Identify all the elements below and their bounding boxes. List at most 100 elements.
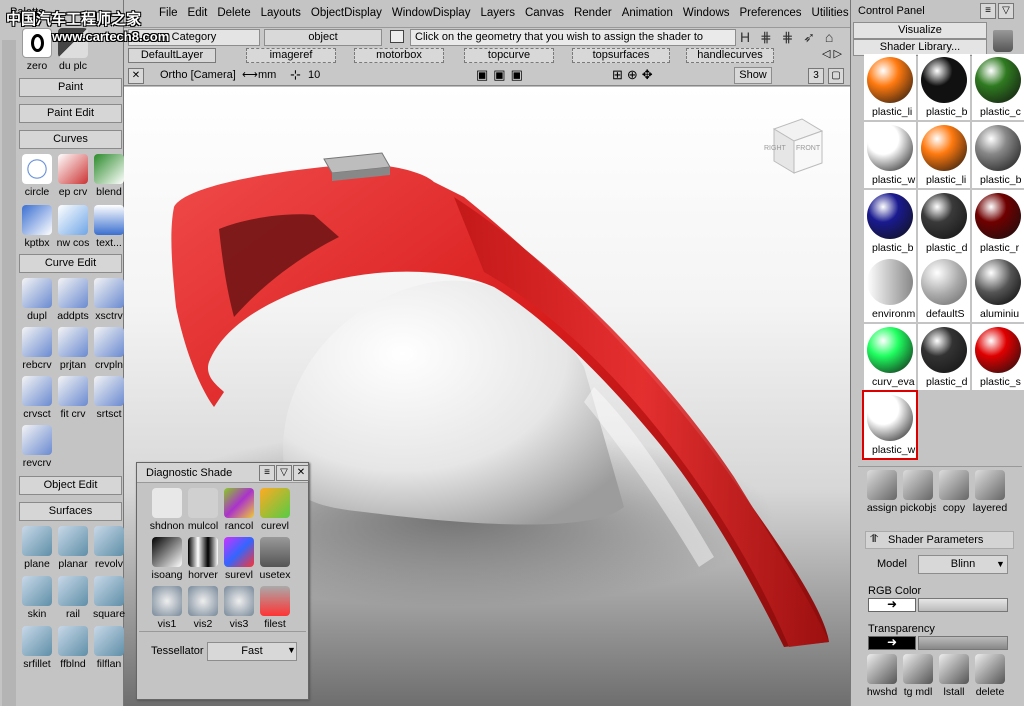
diag-horver[interactable]: horver xyxy=(185,537,221,581)
visualize-dropdown[interactable]: Visualize xyxy=(853,22,987,39)
surface-tool-planar[interactable]: planar xyxy=(55,526,91,570)
menu-delete[interactable]: Delete xyxy=(212,0,255,26)
shader-swatch[interactable]: plastic_d xyxy=(918,324,970,390)
curve-edit-tool-revcrv[interactable]: revcrv xyxy=(19,425,55,469)
curve-edit-tool-srtsct[interactable]: srtsct xyxy=(91,376,127,420)
tab-curves[interactable]: Curves xyxy=(19,130,122,149)
view-cube-right[interactable]: RIGHT xyxy=(764,145,786,152)
curve-edit-tool-prjtan[interactable]: prjtan xyxy=(55,327,91,371)
layer-default[interactable]: DefaultLayer xyxy=(128,48,216,63)
curve-edit-tool-addpts[interactable]: addpts xyxy=(55,278,91,322)
surface-tool-skin[interactable]: skin xyxy=(19,576,55,620)
curve-edit-tool-rebcrv[interactable]: rebcrv xyxy=(19,327,55,371)
curve-tool-kptbx[interactable]: kptbx xyxy=(19,205,55,249)
bottom-tgmdl[interactable]: tg mdl xyxy=(900,654,936,698)
view-cube[interactable]: RIGHT FRONT xyxy=(762,115,824,177)
action-copy[interactable]: copy xyxy=(936,470,972,514)
tab-object-edit[interactable]: Object Edit xyxy=(19,476,122,495)
curve-tool-epcrv[interactable]: ep crv xyxy=(55,154,91,198)
surface-tool-revolv[interactable]: revolv xyxy=(91,526,127,570)
diag-vis1[interactable]: vis1 xyxy=(149,586,185,630)
curve-edit-tool-fit crv[interactable]: fit crv xyxy=(55,376,91,420)
shader-swatch[interactable]: plastic_b xyxy=(972,122,1024,188)
layer-scroll-arrows[interactable]: ◁ ▷ xyxy=(822,47,842,60)
menu-windowdisplay[interactable]: WindowDisplay xyxy=(387,0,476,26)
bottom-delete[interactable]: delete xyxy=(972,654,1008,698)
action-assign[interactable]: assign xyxy=(864,470,900,514)
shader-swatch[interactable]: plastic_w xyxy=(862,390,918,460)
layer-handlecurves[interactable]: handlecurves xyxy=(686,48,774,63)
view-count[interactable]: 3 xyxy=(808,68,824,84)
surface-tool-square[interactable]: square xyxy=(91,576,127,620)
view-cube-front[interactable]: FRONT xyxy=(796,145,820,152)
menu-windows[interactable]: Windows xyxy=(678,0,735,26)
shader-swatch[interactable]: plastic_d xyxy=(918,190,970,256)
rgb-slider[interactable] xyxy=(918,598,1008,612)
surface-tool-srfillet[interactable]: srfillet xyxy=(19,626,55,670)
maximize-view-icon[interactable]: ▢ xyxy=(828,68,844,84)
curve-tool-blend[interactable]: blend xyxy=(91,154,127,198)
control-collapse-icon[interactable]: ▽ xyxy=(998,3,1014,19)
close-icon[interactable]: ✕ xyxy=(293,465,309,481)
collapse-icon[interactable]: ▽ xyxy=(276,465,292,481)
shader-swatch[interactable]: plastic_w xyxy=(864,122,916,188)
menu-preferences[interactable]: Preferences xyxy=(735,0,807,26)
control-menu-icon[interactable]: ≡ xyxy=(980,3,996,19)
camera-icons[interactable]: ▣▣▣ xyxy=(476,67,528,83)
diag-usetex[interactable]: usetex xyxy=(257,537,293,581)
diag-shdnon[interactable]: shdnon xyxy=(149,488,185,532)
menu-canvas[interactable]: Canvas xyxy=(520,0,569,26)
shader-swatch[interactable]: plastic_li xyxy=(864,54,916,120)
shader-swatch[interactable]: plastic_b xyxy=(864,190,916,256)
shader-swatch[interactable]: aluminiu xyxy=(972,256,1024,322)
tab-paint-edit[interactable]: Paint Edit xyxy=(19,104,122,123)
action-pickobjs[interactable]: pickobjs xyxy=(900,470,936,514)
curve-edit-tool-crvpln[interactable]: crvpln xyxy=(91,327,127,371)
curve-tool-text[interactable]: text... xyxy=(91,205,127,249)
tessellator-select[interactable]: Fast xyxy=(207,642,297,661)
shader-swatch[interactable]: plastic_r xyxy=(972,190,1024,256)
transparency-slider[interactable] xyxy=(918,636,1008,650)
surface-tool-filflan[interactable]: filflan xyxy=(91,626,127,670)
curve-edit-tool-xsctrv[interactable]: xsctrv xyxy=(91,278,127,322)
layer-topsurfaces[interactable]: topsurfaces xyxy=(572,48,670,63)
surface-tool-rail[interactable]: rail xyxy=(55,576,91,620)
curve-edit-tool-crvsct[interactable]: crvsct xyxy=(19,376,55,420)
diag-curevl[interactable]: curevl xyxy=(257,488,293,532)
shader-params-header[interactable]: ⥣ Shader Parameters xyxy=(865,531,1014,549)
bottom-lstall[interactable]: lstall xyxy=(936,654,972,698)
menu-layouts[interactable]: Layouts xyxy=(256,0,306,26)
tab-surfaces[interactable]: Surfaces xyxy=(19,502,122,521)
bottom-hwshd[interactable]: hwshd xyxy=(864,654,900,698)
shader-swatch[interactable]: curv_eva xyxy=(864,324,916,390)
trash-icon[interactable] xyxy=(993,30,1013,52)
object-field[interactable]: object xyxy=(264,29,382,46)
curve-edit-tool-dupl[interactable]: dupl xyxy=(19,278,55,322)
layer-topcurve[interactable]: topcurve xyxy=(464,48,554,63)
menu-layers[interactable]: Layers xyxy=(475,0,520,26)
layer-imageref[interactable]: imageref xyxy=(246,48,336,63)
shader-swatch[interactable]: plastic_s xyxy=(972,324,1024,390)
menu-edit[interactable]: Edit xyxy=(183,0,213,26)
palette-scrollbar[interactable] xyxy=(2,40,16,706)
diag-isoang[interactable]: isoang xyxy=(149,537,185,581)
action-layered[interactable]: layered xyxy=(972,470,1008,514)
shader-swatch[interactable]: plastic_c xyxy=(972,54,1024,120)
tab-curve-edit[interactable]: Curve Edit xyxy=(19,254,122,273)
menu-objectdisplay[interactable]: ObjectDisplay xyxy=(306,0,387,26)
close-view-icon[interactable]: ✕ xyxy=(128,68,144,84)
diag-mulcol[interactable]: mulcol xyxy=(185,488,221,532)
tab-paint[interactable]: Paint xyxy=(19,78,122,97)
menu-utilities[interactable]: Utilities xyxy=(807,0,850,26)
curve-tool-nwcos[interactable]: nw cos xyxy=(55,205,91,249)
diag-surevl[interactable]: surevl xyxy=(221,537,257,581)
rgb-swatch[interactable]: ➜ xyxy=(868,598,916,612)
transparency-swatch[interactable]: ➜ xyxy=(868,636,916,650)
layer-motorbox[interactable]: motorbox xyxy=(354,48,444,63)
surface-tool-ffblnd[interactable]: ffblnd xyxy=(55,626,91,670)
model-select[interactable]: Blinn xyxy=(918,555,1008,574)
diag-filest[interactable]: filest xyxy=(257,586,293,630)
menu-icon[interactable]: ≡ xyxy=(259,465,275,481)
shader-swatch[interactable]: plastic_li xyxy=(918,122,970,188)
view-tool-icons[interactable]: ⊞⊕✥ xyxy=(612,67,657,83)
